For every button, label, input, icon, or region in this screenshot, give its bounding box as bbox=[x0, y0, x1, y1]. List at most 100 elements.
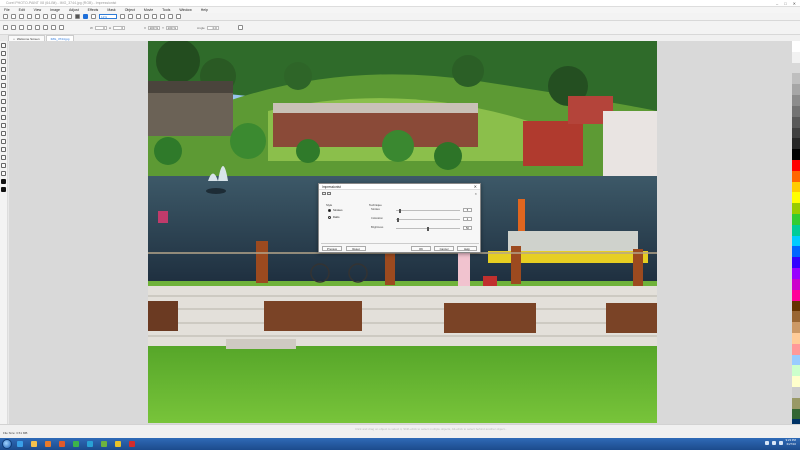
color-swatch[interactable] bbox=[792, 397, 800, 409]
pick-tool-icon[interactable] bbox=[1, 43, 6, 48]
color-swatch[interactable] bbox=[792, 95, 800, 106]
color-swatch[interactable] bbox=[792, 51, 800, 63]
color-swatch[interactable] bbox=[792, 84, 800, 96]
red-eye-icon[interactable] bbox=[1, 99, 6, 104]
rectangle-tool-icon[interactable] bbox=[1, 131, 6, 136]
text-tool-icon[interactable] bbox=[1, 115, 6, 120]
rulers-icon[interactable] bbox=[136, 14, 141, 19]
help-button[interactable]: Help bbox=[457, 246, 477, 251]
taskbar-ie-icon[interactable] bbox=[14, 439, 26, 449]
brightness-slider[interactable] bbox=[396, 227, 460, 231]
crop-tool-icon[interactable] bbox=[1, 75, 6, 80]
color-swatch[interactable] bbox=[792, 354, 800, 366]
menu-object[interactable]: Object bbox=[125, 8, 135, 12]
lasso-tool-icon[interactable] bbox=[1, 59, 6, 64]
eyedropper-icon[interactable] bbox=[1, 91, 6, 96]
color-swatch[interactable] bbox=[792, 105, 800, 117]
guidelines-icon[interactable] bbox=[152, 14, 157, 19]
slider-thumb[interactable] bbox=[397, 218, 400, 222]
snap-icon[interactable] bbox=[160, 14, 165, 19]
zoom-dropdown-icon[interactable] bbox=[120, 14, 125, 19]
foreground-color-icon[interactable] bbox=[1, 179, 6, 184]
color-swatch[interactable] bbox=[792, 159, 800, 171]
color-swatch[interactable] bbox=[792, 365, 800, 377]
tray-volume-icon[interactable] bbox=[778, 440, 783, 445]
coloration-value-field[interactable]: 2 bbox=[463, 217, 472, 221]
style-strokes-radio[interactable]: Strokes bbox=[328, 208, 342, 212]
color-swatch[interactable] bbox=[792, 127, 800, 139]
redo-icon[interactable] bbox=[67, 14, 72, 19]
reset-button[interactable]: Reset bbox=[346, 246, 366, 251]
fill-tool-icon[interactable] bbox=[1, 139, 6, 144]
rotate-icon[interactable] bbox=[19, 25, 24, 30]
background-color-icon[interactable] bbox=[1, 187, 6, 192]
start-button-icon[interactable] bbox=[2, 439, 12, 449]
dialog-close-icon[interactable]: ✕ bbox=[474, 184, 477, 190]
effect-tool-icon[interactable] bbox=[1, 155, 6, 160]
menu-movie[interactable]: Movie bbox=[144, 8, 153, 12]
skew-icon[interactable] bbox=[35, 25, 40, 30]
taskbar-corel-icon[interactable] bbox=[126, 439, 138, 449]
fit-icon[interactable] bbox=[128, 14, 133, 19]
magic-wand-icon[interactable] bbox=[1, 67, 6, 72]
color-swatch[interactable] bbox=[792, 192, 800, 204]
color-swatch[interactable] bbox=[792, 138, 800, 150]
color-swatch[interactable] bbox=[792, 300, 800, 312]
style-dabs-radio[interactable]: Dabs bbox=[328, 215, 340, 219]
color-swatch[interactable] bbox=[792, 214, 800, 225]
color-swatch[interactable] bbox=[792, 235, 800, 247]
tray-network-icon[interactable] bbox=[771, 440, 776, 445]
color-swatch[interactable] bbox=[792, 332, 800, 344]
zoom-level-field[interactable]: 12% bbox=[99, 14, 117, 19]
export-icon[interactable] bbox=[83, 14, 88, 19]
color-swatch[interactable] bbox=[792, 278, 800, 290]
slider-thumb[interactable] bbox=[427, 227, 429, 231]
color-swatch[interactable] bbox=[792, 387, 800, 398]
minimize-button[interactable]: – bbox=[776, 1, 778, 6]
height-field[interactable]: 0 bbox=[113, 25, 126, 30]
menu-window[interactable]: Window bbox=[179, 8, 191, 12]
color-swatch[interactable] bbox=[792, 116, 800, 128]
strokes-slider[interactable] bbox=[396, 209, 460, 213]
color-swatch[interactable] bbox=[792, 268, 800, 279]
color-swatch[interactable] bbox=[792, 311, 800, 323]
brightness-value-field[interactable]: 50 bbox=[463, 226, 472, 230]
taskbar-firefox-icon[interactable] bbox=[56, 439, 68, 449]
paste-icon[interactable] bbox=[51, 14, 56, 19]
pick-mode-icon[interactable] bbox=[3, 25, 8, 30]
mask-tool-icon[interactable] bbox=[1, 51, 6, 56]
color-swatch[interactable] bbox=[792, 224, 800, 236]
grid-icon[interactable] bbox=[144, 14, 149, 19]
color-swatch[interactable] bbox=[792, 73, 800, 85]
scale-x-field[interactable]: 100 % bbox=[148, 25, 161, 30]
color-swatch[interactable] bbox=[792, 289, 800, 301]
ok-button[interactable]: OK bbox=[411, 246, 431, 251]
transparency-tool-icon[interactable] bbox=[1, 163, 6, 168]
cancel-button[interactable]: Cancel bbox=[434, 246, 454, 251]
taskbar-app6-icon[interactable] bbox=[84, 439, 96, 449]
cut-icon[interactable] bbox=[35, 14, 40, 19]
tray-flag-icon[interactable] bbox=[764, 440, 769, 445]
split-preview-icon[interactable] bbox=[327, 192, 331, 195]
width-field[interactable]: 0 bbox=[94, 25, 107, 30]
eraser-tool-icon[interactable] bbox=[1, 147, 6, 152]
strokes-value-field[interactable]: 5 bbox=[463, 208, 472, 212]
menu-view[interactable]: View bbox=[34, 8, 42, 12]
save-icon[interactable] bbox=[19, 14, 24, 19]
open-icon[interactable] bbox=[11, 14, 16, 19]
play-icon[interactable] bbox=[59, 25, 64, 30]
color-swatch[interactable] bbox=[792, 246, 800, 258]
taskbar-explorer-icon[interactable] bbox=[28, 439, 40, 449]
import-icon[interactable] bbox=[75, 14, 80, 19]
color-swatch[interactable] bbox=[792, 408, 800, 420]
undo-icon[interactable] bbox=[59, 14, 64, 19]
taskbar-app8-icon[interactable] bbox=[112, 439, 124, 449]
color-swatch[interactable] bbox=[792, 149, 800, 160]
menu-adjust[interactable]: Adjust bbox=[69, 8, 79, 12]
perspective-icon[interactable] bbox=[51, 25, 56, 30]
color-swatch[interactable] bbox=[792, 257, 800, 269]
scale-icon[interactable] bbox=[27, 25, 32, 30]
maximize-button[interactable]: □ bbox=[784, 1, 786, 6]
color-swatch[interactable] bbox=[792, 376, 800, 387]
color-swatch[interactable] bbox=[792, 322, 800, 333]
